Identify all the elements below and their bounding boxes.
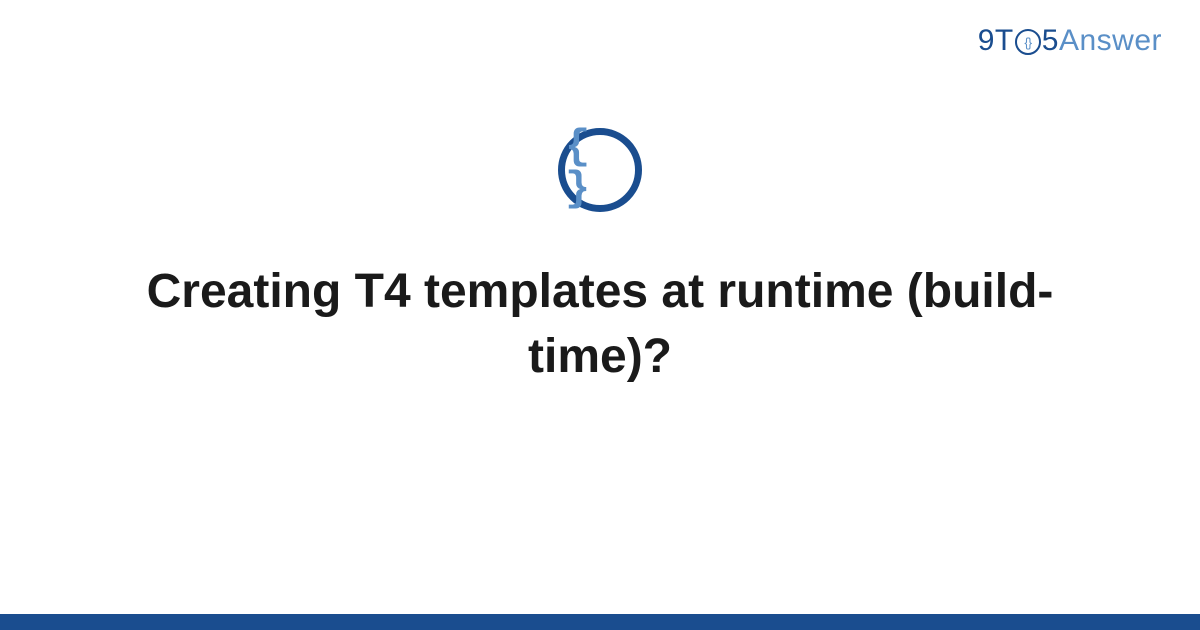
footer-accent-bar: [0, 614, 1200, 630]
logo-text-9t: 9T: [978, 24, 1014, 58]
header-logo: 9T {} 5 Answer: [978, 24, 1162, 58]
page-title: Creating T4 templates at runtime (build-…: [100, 260, 1100, 390]
category-icon-circle: { }: [558, 128, 642, 212]
logo-text-5: 5: [1042, 24, 1059, 58]
site-logo: 9T {} 5 Answer: [978, 24, 1162, 58]
logo-circle-icon: {}: [1015, 29, 1041, 55]
main-content: { } Creating T4 templates at runtime (bu…: [0, 128, 1200, 390]
logo-circle-inner-glyph: {}: [1024, 35, 1031, 50]
logo-text-answer: Answer: [1059, 24, 1162, 58]
code-braces-icon: { }: [565, 126, 635, 210]
